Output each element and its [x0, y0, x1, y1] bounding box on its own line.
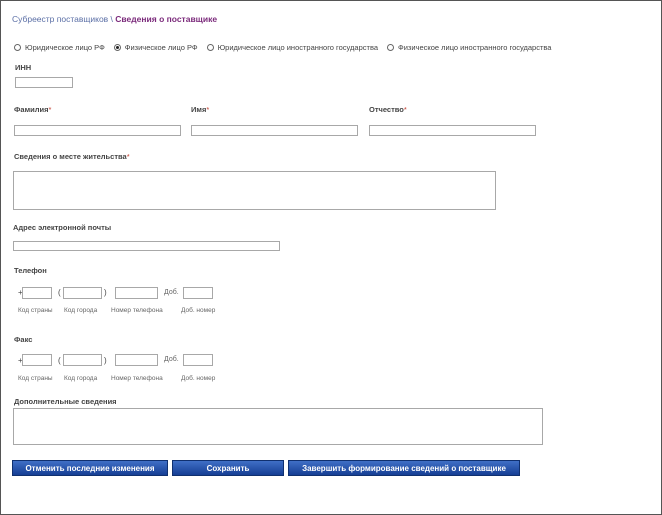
phone-number-field[interactable]: [115, 287, 158, 299]
fax-open-paren: (: [58, 356, 61, 365]
radio-label: Физическое лицо РФ: [124, 43, 198, 52]
fax-number-caption: Номер телефона: [111, 375, 163, 382]
supplier-type-radio-group: Юридическое лицо РФ Физическое лицо РФ Ю…: [14, 43, 560, 52]
radio-label: Физическое лицо иностранного государства: [398, 43, 552, 52]
additional-info-label: Дополнительные сведения: [14, 397, 117, 406]
required-mark: *: [126, 152, 130, 161]
radio-legal-entity-rf[interactable]: Юридическое лицо РФ: [14, 43, 105, 52]
email-field[interactable]: [13, 241, 280, 251]
additional-info-textarea[interactable]: [13, 408, 543, 445]
radio-button[interactable]: [206, 44, 214, 51]
phone-ext-caption: Доб. номер: [181, 307, 216, 314]
inn-field[interactable]: [15, 77, 73, 88]
name-label-text: Имя: [191, 105, 207, 114]
residence-textarea[interactable]: [13, 171, 496, 210]
required-mark: *: [206, 105, 210, 114]
fax-city-code-field[interactable]: [63, 354, 102, 366]
fax-ext-field[interactable]: [183, 354, 213, 366]
save-button[interactable]: Сохранить: [172, 460, 284, 476]
phone-open-paren: (: [58, 288, 61, 297]
fax-ext-short: Доб.: [164, 356, 179, 363]
required-mark: *: [403, 105, 407, 114]
fax-close-paren: ): [104, 356, 107, 365]
required-mark: *: [48, 105, 52, 114]
residence-label: Сведения о месте жительства*: [14, 152, 130, 161]
surname-field[interactable]: [14, 125, 181, 136]
fax-city-code-caption: Код города: [64, 375, 98, 382]
surname-label: Фамилия*: [14, 105, 51, 114]
residence-label-text: Сведения о месте жительства: [14, 152, 127, 161]
breadcrumb-link-subregistry[interactable]: Субреестр поставщиков: [12, 14, 108, 24]
patronymic-field[interactable]: [369, 125, 536, 136]
surname-label-text: Фамилия: [14, 105, 49, 114]
fax-label: Факс: [14, 335, 33, 344]
phone-ext-short: Доб.: [164, 289, 179, 296]
radio-legal-entity-foreign[interactable]: Юридическое лицо иностранного государств…: [206, 43, 379, 52]
breadcrumb-current: Сведения о поставщике: [115, 14, 218, 24]
phone-ext-field[interactable]: [183, 287, 213, 299]
fax-ext-caption: Доб. номер: [181, 375, 216, 382]
revert-changes-button[interactable]: Отменить последние изменения: [12, 460, 168, 476]
phone-close-paren: ): [104, 288, 107, 297]
name-field[interactable]: [191, 125, 358, 136]
phone-city-code-field[interactable]: [63, 287, 102, 299]
radio-label: Юридическое лицо иностранного государств…: [217, 43, 379, 52]
radio-button[interactable]: [14, 44, 21, 51]
phone-number-caption: Номер телефона: [111, 307, 163, 314]
radio-label: Юридическое лицо РФ: [25, 43, 105, 52]
breadcrumb: Субреестр поставщиков \ Сведения о поста…: [12, 14, 217, 24]
radio-button-selected[interactable]: [113, 44, 121, 51]
phone-label: Телефон: [14, 266, 47, 275]
radio-individual-foreign[interactable]: Физическое лицо иностранного государства: [387, 43, 551, 52]
patronymic-label: Отчество*: [369, 105, 407, 114]
radio-button[interactable]: [387, 44, 395, 51]
phone-country-code-caption: Код страны: [18, 307, 53, 314]
patronymic-label-text: Отчество: [369, 105, 404, 114]
fax-country-code-field[interactable]: [22, 354, 52, 366]
finish-supplier-info-button[interactable]: Завершить формирование сведений о постав…: [288, 460, 520, 476]
phone-city-code-caption: Код города: [64, 307, 98, 314]
name-label: Имя*: [191, 105, 209, 114]
phone-country-code-field[interactable]: [22, 287, 52, 299]
fax-country-code-caption: Код страны: [18, 375, 53, 382]
email-label: Адрес электронной почты: [13, 223, 112, 232]
radio-individual-rf[interactable]: Физическое лицо РФ: [113, 43, 198, 52]
fax-number-field[interactable]: [115, 354, 158, 366]
inn-label: ИНН: [15, 63, 32, 72]
